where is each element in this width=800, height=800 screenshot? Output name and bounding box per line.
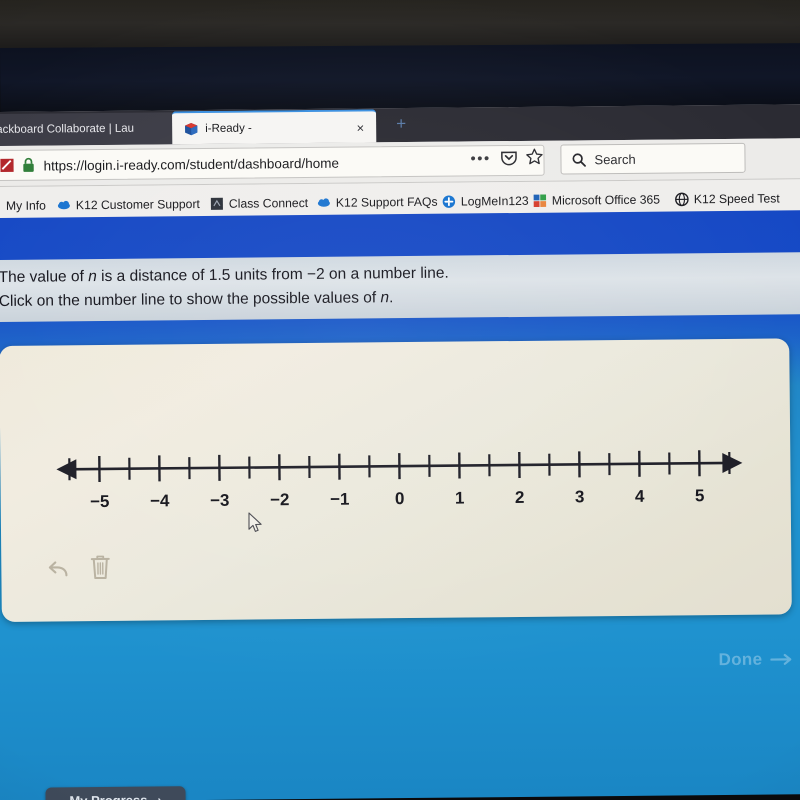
microsoft-squares-icon <box>533 194 547 207</box>
overflow-menu-icon[interactable]: ••• <box>470 150 490 167</box>
number-line-widget[interactable]: −5 −4 −3 −2 −1 0 1 2 3 4 5 <box>54 423 745 510</box>
bookmark-microsoft-office-365[interactable]: Microsoft Office 365 <box>533 189 660 211</box>
bookmark-k12-support-faqs[interactable]: K12 Support FAQs <box>317 191 438 213</box>
done-button[interactable]: Done <box>718 647 792 672</box>
question-line-1-before: The value of <box>0 268 89 286</box>
done-button-label: Done <box>718 649 763 670</box>
iready-app-background: The value of n is a distance of 1.5 unit… <box>0 210 800 800</box>
bookmark-my-info[interactable]: My Info <box>0 195 46 217</box>
activity-card: −5 −4 −3 −2 −1 0 1 2 3 4 5 <box>0 338 792 622</box>
question-line-1: The value of n is a distance of 1.5 unit… <box>0 265 449 287</box>
number-line-tick-label: 1 <box>455 488 465 507</box>
my-progress-button[interactable]: My Progress › <box>45 786 186 800</box>
question-line-2-after: . <box>389 289 394 307</box>
bookmark-k12-customer-support[interactable]: K12 Customer Support <box>57 193 200 215</box>
bookmark-label: Class Connect <box>228 195 309 211</box>
close-icon[interactable]: × <box>356 111 365 144</box>
k12-logo-icon <box>0 198 1 212</box>
address-bar-url: https://login.i-ready.com/student/dashbo… <box>43 155 340 174</box>
number-line-tick-label: −2 <box>270 490 290 509</box>
number-line-tick-label: 0 <box>395 489 405 508</box>
number-line-tick-label: −4 <box>150 491 170 509</box>
browser-tab-inactive[interactable]: ackboard Collaborate | Lau <box>0 112 181 147</box>
bookmark-label: Microsoft Office 365 <box>551 192 661 208</box>
question-line-1-after: is a distance of 1.5 units from −2 on a … <box>96 264 449 286</box>
number-line-tick-label: 3 <box>575 487 585 506</box>
screen-photo: ackboard Collaborate | Lau i-Ready - × + <box>0 0 800 800</box>
my-progress-label: My Progress <box>69 792 148 800</box>
bookmark-class-connect[interactable]: Class Connect <box>210 192 308 214</box>
padlock-icon[interactable] <box>21 157 35 174</box>
number-line-tick-label: −5 <box>90 492 110 510</box>
circle-plus-icon <box>442 194 456 208</box>
address-bar[interactable]: https://login.i-ready.com/student/dashbo… <box>0 144 545 182</box>
blue-cloud-icon <box>317 197 330 207</box>
noscript-icon[interactable] <box>0 158 15 173</box>
mouse-pointer-icon <box>248 512 262 532</box>
bookmark-label: LogMeIn123 <box>460 193 529 209</box>
bookmark-label: My Info <box>5 198 46 213</box>
bookmark-logmein123[interactable]: LogMeIn123 <box>442 190 529 212</box>
number-line-tick-label: −3 <box>210 491 230 510</box>
undo-arrow-icon[interactable] <box>45 557 71 583</box>
dark-square-icon <box>210 197 223 210</box>
globe-icon <box>675 192 689 206</box>
search-placeholder: Search <box>594 151 636 168</box>
bookmark-label: K12 Support FAQs <box>335 194 438 210</box>
question-line-2-before: Click on the number line to show the pos… <box>0 289 381 310</box>
iready-cube-icon <box>185 122 198 136</box>
number-line-tick-label: 5 <box>695 486 705 505</box>
question-line-2: Click on the number line to show the pos… <box>0 289 393 311</box>
search-icon <box>572 153 586 167</box>
browser-tab-title: i-Ready - <box>205 122 252 135</box>
new-tab-icon[interactable]: + <box>390 112 412 136</box>
arrow-right-icon <box>770 653 792 665</box>
bookmark-label: K12 Speed Test <box>693 190 780 206</box>
browser-chrome: ackboard Collaborate | Lau i-Ready - × + <box>0 104 800 224</box>
bookmark-k12-speed-test[interactable]: K12 Speed Test <box>675 187 780 209</box>
trash-icon[interactable] <box>89 553 111 581</box>
pocket-icon[interactable] <box>500 149 517 166</box>
chevron-right-icon: › <box>157 791 162 800</box>
bookmark-label: K12 Customer Support <box>75 196 200 212</box>
number-line-tick-label: 2 <box>515 488 525 507</box>
bookmark-star-icon[interactable] <box>525 148 543 166</box>
blue-cloud-icon <box>57 200 70 209</box>
search-input[interactable]: Search <box>560 142 746 175</box>
number-line-tick-label: −1 <box>330 490 350 509</box>
number-line-tick-label: 4 <box>635 487 645 506</box>
question-prompt-bar: The value of n is a distance of 1.5 unit… <box>0 252 800 323</box>
browser-tab-active[interactable]: i-Ready - × <box>172 109 377 145</box>
